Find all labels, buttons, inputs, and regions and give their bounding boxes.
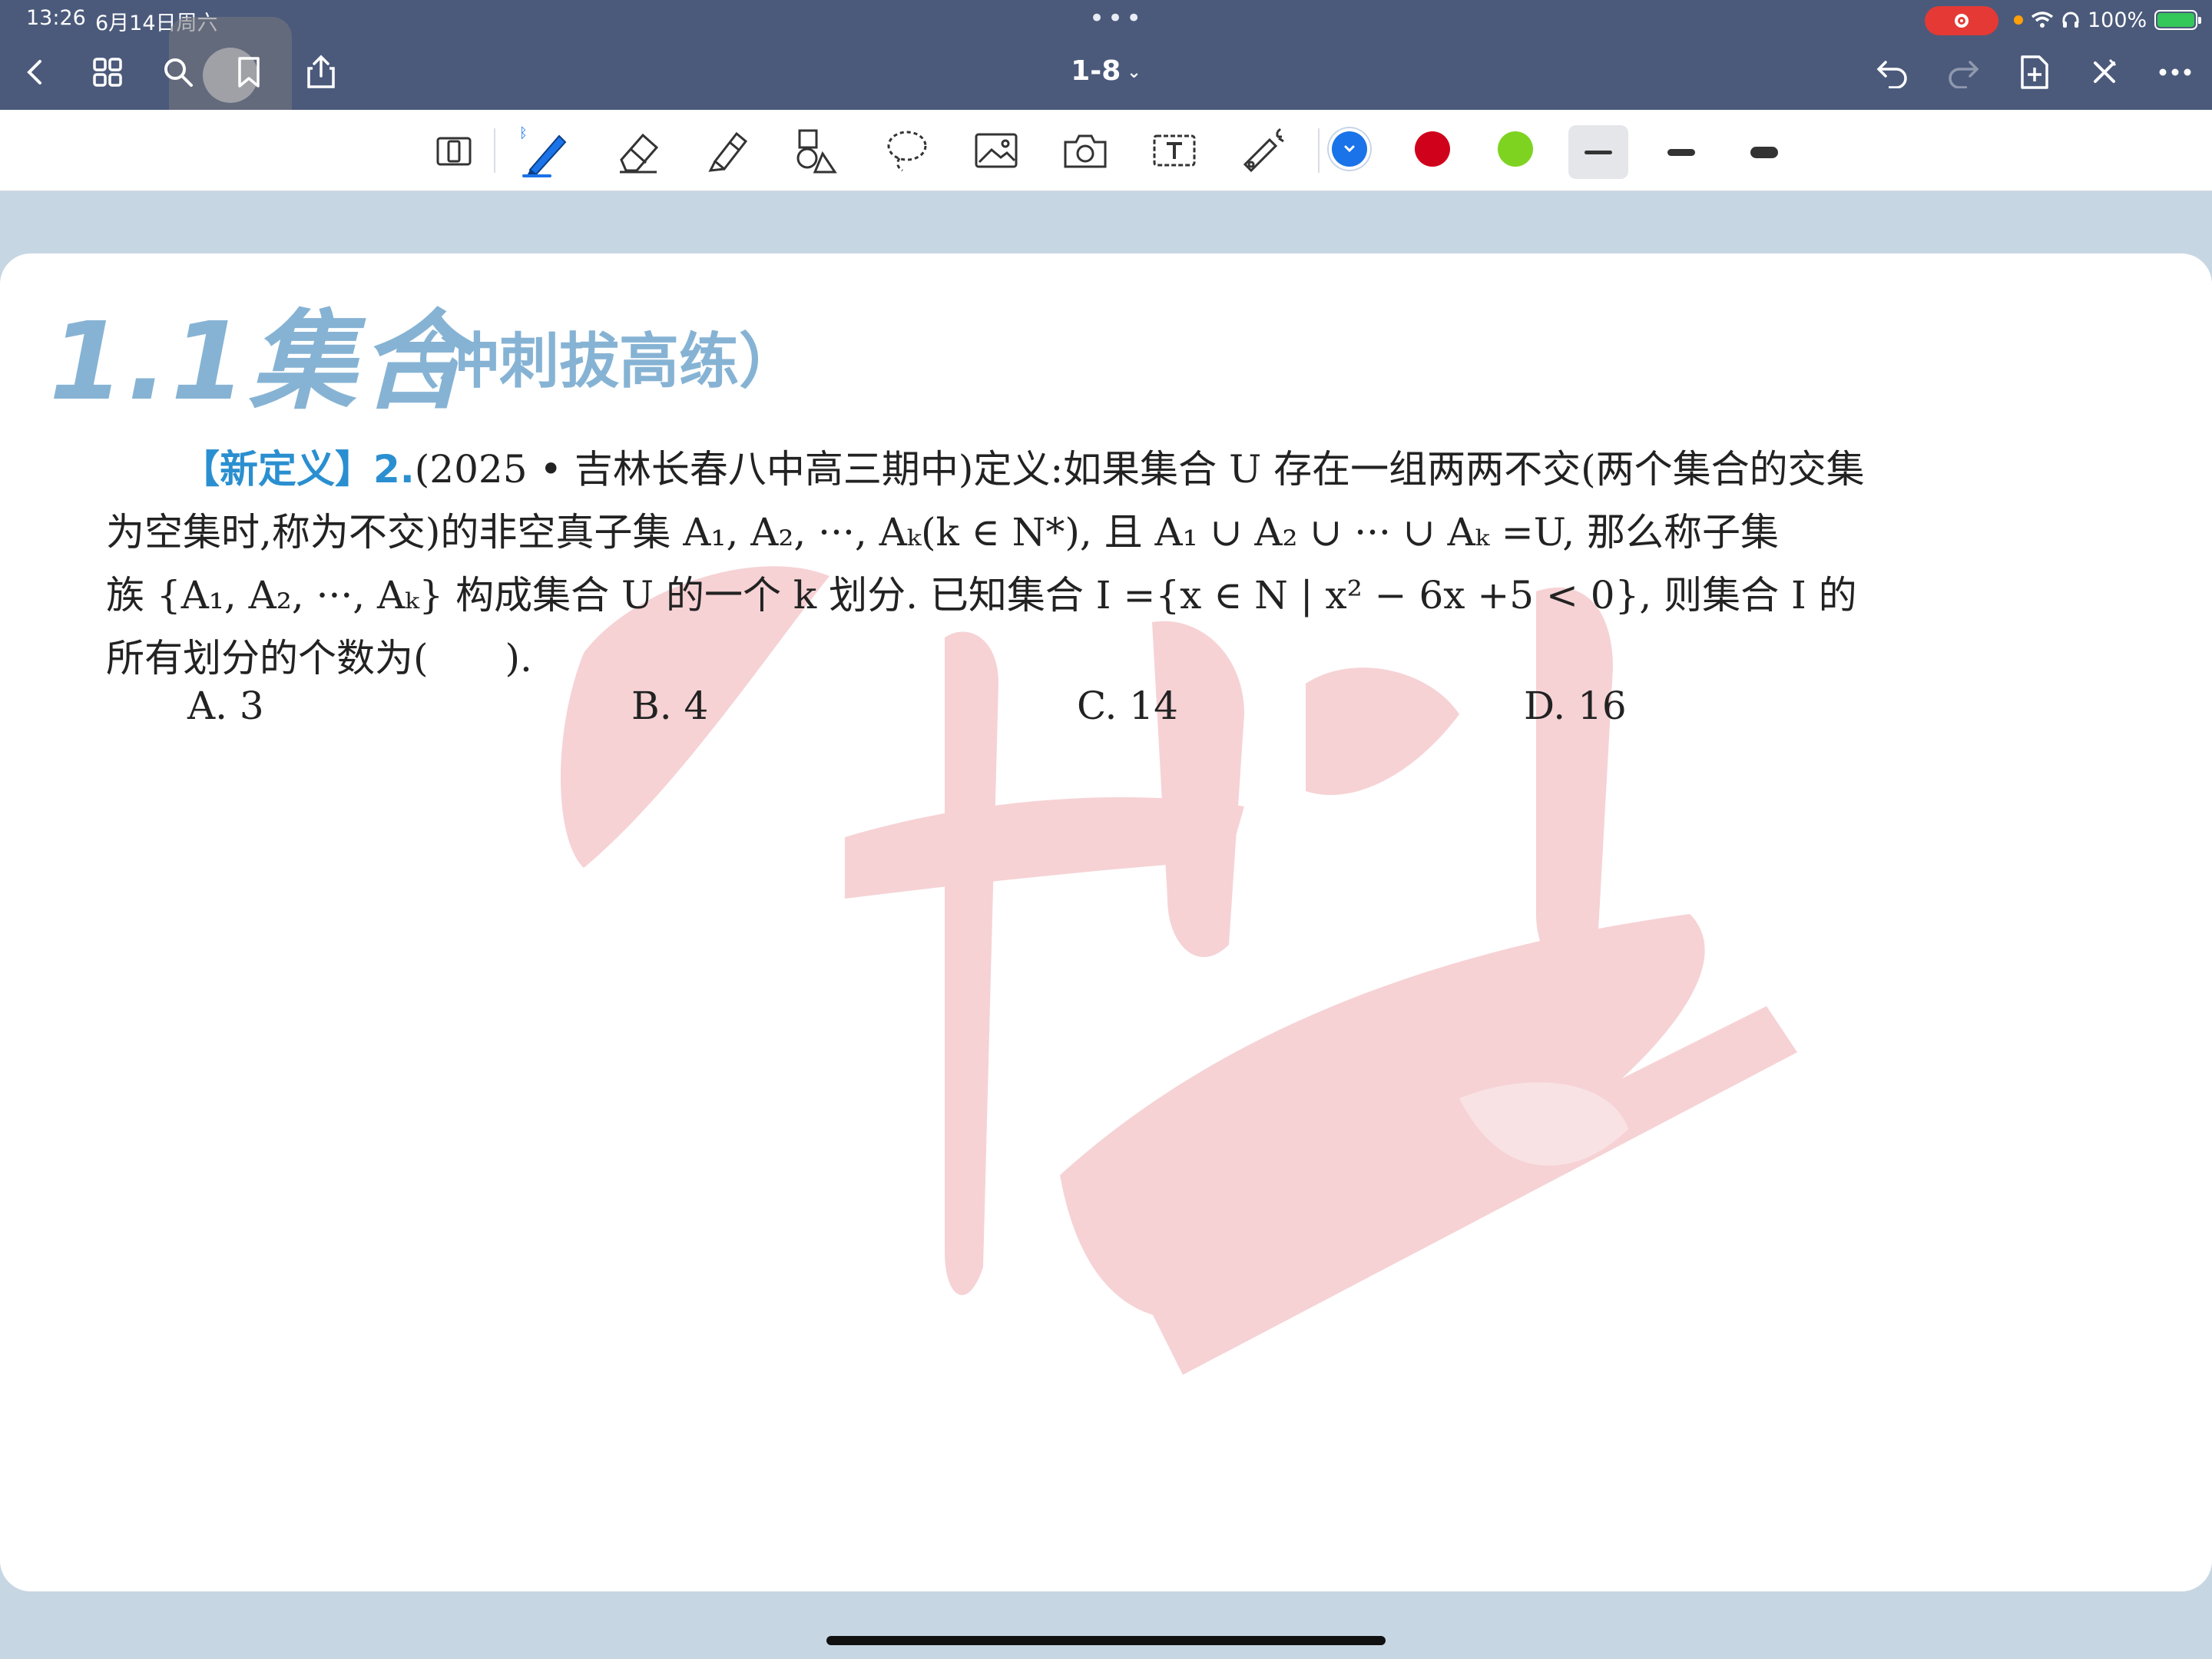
search-icon[interactable] bbox=[157, 51, 200, 94]
question-line-4: 所有划分的个数为( ). bbox=[106, 636, 532, 680]
question-line-1: 【新定义】2.(2025 • 吉林长春八中高三期中)定义:如果集合 U 存在一组… bbox=[181, 438, 2009, 501]
color-swatch-green[interactable] bbox=[1498, 131, 1533, 167]
annotation-toolbar: ᛒ bbox=[0, 110, 2212, 191]
question-line-2: 为空集时,称为不交)的非空真子集 A₁, A₂, ···, Aₖ(k ∈ N*)… bbox=[106, 510, 1780, 555]
back-icon[interactable] bbox=[14, 51, 57, 94]
record-icon bbox=[1955, 14, 1969, 28]
page-scroll-icon[interactable] bbox=[427, 124, 481, 177]
status-icons: 100% bbox=[2014, 5, 2202, 35]
stroke-width-thin[interactable] bbox=[1568, 125, 1628, 179]
stroke-line bbox=[1750, 146, 1778, 158]
lasso-icon[interactable] bbox=[880, 124, 934, 177]
document-title-button[interactable]: 1-8 ⌄ bbox=[1045, 55, 1167, 87]
color-swatch-blue[interactable] bbox=[1332, 131, 1367, 167]
status-time: 13:26 bbox=[26, 6, 86, 30]
question-line-3: 族 {A₁, A₂, ···, Aₖ} 构成集合 U 的一个 k 划分. 已知集… bbox=[106, 573, 1857, 618]
page-subtitle: （冲刺拔高练） bbox=[379, 327, 800, 396]
more-icon[interactable] bbox=[2154, 51, 2197, 94]
highlighter-icon[interactable] bbox=[700, 124, 754, 177]
option-c: C. 14 bbox=[1077, 684, 1178, 728]
battery-icon bbox=[2154, 10, 2202, 30]
close-icon[interactable] bbox=[2083, 51, 2126, 94]
option-b: B. 4 bbox=[631, 684, 709, 728]
document-page[interactable]: 1.1集合 （冲刺拔高练） 【新定义】2.(2025 • 吉林长春八中高三期中)… bbox=[0, 253, 2212, 1591]
battery-percent: 100% bbox=[2088, 8, 2147, 32]
option-a: A. 3 bbox=[187, 684, 264, 728]
home-indicator[interactable] bbox=[826, 1636, 1386, 1645]
grid-icon[interactable] bbox=[86, 51, 129, 94]
camera-icon[interactable] bbox=[1058, 124, 1112, 177]
document-title: 1-8 bbox=[1071, 55, 1121, 87]
mic-indicator-dot bbox=[2014, 15, 2023, 25]
stroke-width-thick[interactable] bbox=[1734, 125, 1794, 179]
headphones-icon bbox=[2062, 12, 2079, 28]
stroke-line bbox=[1584, 150, 1612, 154]
screen-recording-indicator[interactable] bbox=[1925, 6, 1998, 35]
eraser-icon[interactable] bbox=[611, 124, 665, 177]
question-text: (2025 • 吉林长春八中高三期中)定义:如果集合 U 存在一组两两不交(两个… bbox=[414, 447, 1865, 492]
toolbar-divider bbox=[494, 128, 495, 173]
multitasking-dots-icon[interactable]: ••• bbox=[1089, 3, 1144, 34]
laser-pointer-icon[interactable] bbox=[1237, 124, 1290, 177]
stroke-width-medium[interactable] bbox=[1651, 125, 1711, 179]
top-navigation-bar: 13:26 6月14日周六 ••• 100% 1-8 ⌄ bbox=[0, 0, 2212, 140]
undo-icon[interactable] bbox=[1871, 51, 1914, 94]
chevron-down-icon: ⌄ bbox=[1127, 62, 1141, 82]
shapes-icon[interactable] bbox=[790, 124, 843, 177]
question-tag: 【新定义】 bbox=[181, 447, 373, 492]
pen-icon[interactable]: ᛒ bbox=[519, 124, 573, 177]
color-swatch-red[interactable] bbox=[1415, 131, 1450, 167]
stroke-line bbox=[1667, 148, 1695, 156]
add-page-icon[interactable] bbox=[2012, 51, 2055, 94]
redo-icon[interactable] bbox=[1942, 51, 1985, 94]
svg-text:ᛒ: ᛒ bbox=[519, 125, 528, 141]
wifi-icon bbox=[2031, 12, 2054, 28]
option-d: D. 16 bbox=[1524, 684, 1627, 728]
text-box-icon[interactable] bbox=[1147, 124, 1201, 177]
image-icon[interactable] bbox=[969, 124, 1023, 177]
share-icon[interactable] bbox=[300, 51, 343, 94]
chevron-down-icon bbox=[1344, 145, 1355, 153]
toolbar-divider bbox=[1318, 128, 1320, 173]
bookmark-icon[interactable] bbox=[227, 51, 270, 94]
question-number: 2. bbox=[373, 447, 415, 492]
